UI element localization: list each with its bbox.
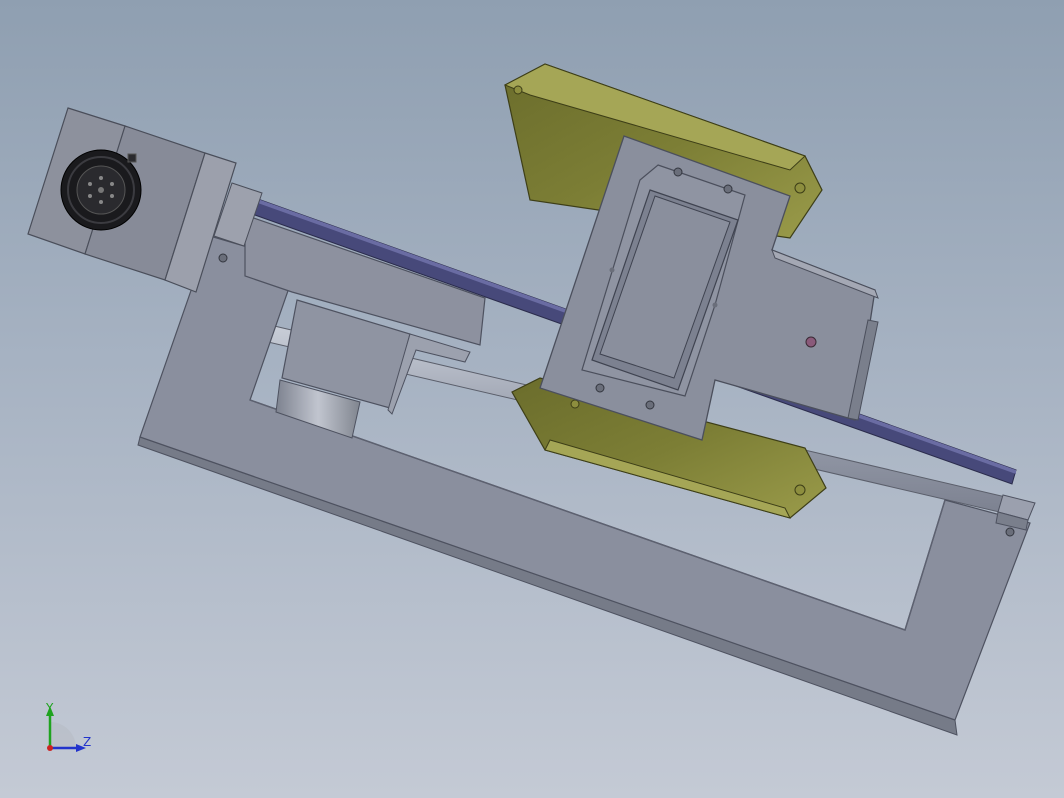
graphics-viewport[interactable]: Y Z [0, 0, 1064, 798]
z-axis-label: Z [83, 735, 91, 749]
motor-connector-icon [60, 149, 142, 231]
origin-icon [47, 745, 53, 751]
coordinate-triad: Y Z [45, 701, 91, 752]
cad-model-view[interactable]: Y Z [0, 0, 1064, 798]
y-axis-label: Y [45, 701, 54, 715]
